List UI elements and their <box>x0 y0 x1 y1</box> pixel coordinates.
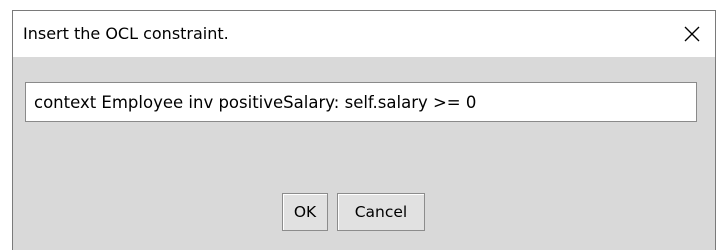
cancel-button[interactable]: Cancel <box>337 193 425 231</box>
ok-button[interactable]: OK <box>282 193 328 231</box>
dialog-titlebar: Insert the OCL constraint. <box>13 11 715 57</box>
ocl-constraint-dialog: Insert the OCL constraint. OK Cancel <box>12 10 716 250</box>
close-button[interactable] <box>669 11 715 57</box>
ocl-constraint-input[interactable] <box>25 82 697 122</box>
dialog-title: Insert the OCL constraint. <box>23 24 229 43</box>
close-icon <box>684 26 700 42</box>
dialog-body: OK Cancel <box>13 57 715 250</box>
